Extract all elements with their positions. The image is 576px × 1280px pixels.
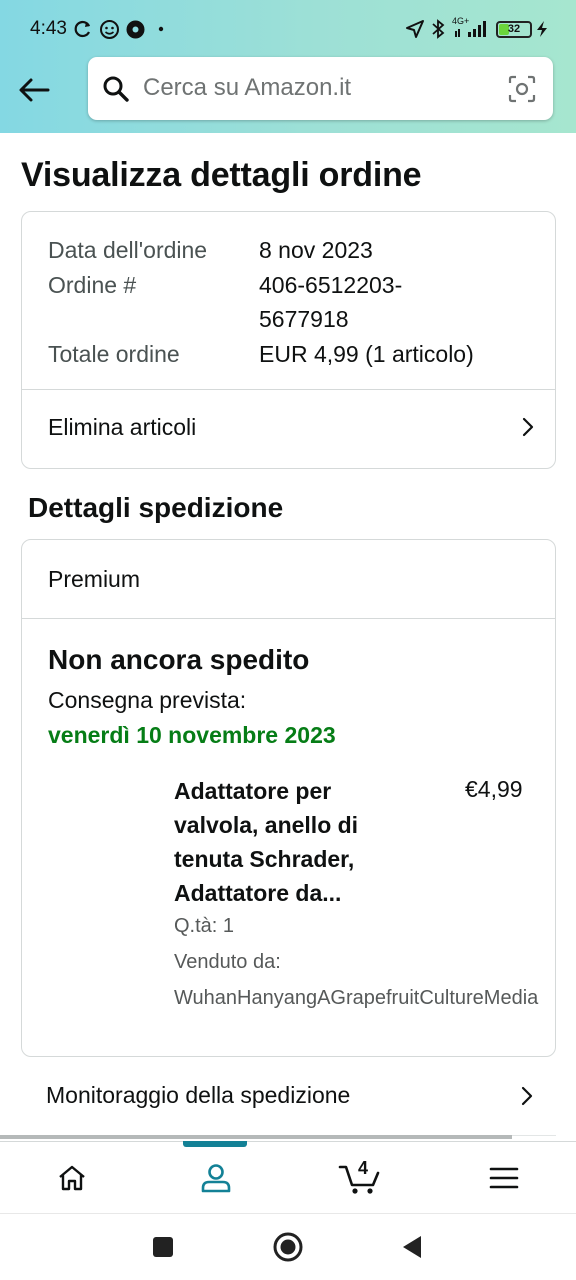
active-tab-indicator	[183, 1141, 247, 1147]
home-circle-icon	[273, 1232, 303, 1262]
shipment-card: Premium Non ancora spedito Consegna prev…	[21, 539, 556, 1057]
sync-icon	[72, 18, 94, 40]
product-title-line: tenuta Schrader,	[174, 846, 355, 872]
track-shipment-row[interactable]: Monitoraggio della spedizione	[21, 1058, 556, 1134]
chevron-right-icon	[521, 1086, 533, 1106]
search-input[interactable]	[143, 71, 493, 105]
status-time: 4:43	[30, 18, 67, 39]
home-button[interactable]	[271, 1230, 305, 1264]
track-shipment-label: Monitoraggio della spedizione	[46, 1082, 351, 1108]
page-title: Visualizza dettagli ordine	[21, 156, 422, 194]
music-disc-icon	[124, 18, 146, 40]
back-triangle-icon	[403, 1236, 421, 1258]
battery-indicator: 32	[496, 21, 532, 38]
charging-bolt-icon	[535, 18, 549, 40]
bluetooth-icon	[429, 18, 447, 40]
account-icon	[201, 1163, 231, 1192]
product-quantity: Q.tà: 1	[174, 915, 235, 937]
shipment-status: Non ancora spedito	[48, 644, 310, 675]
order-total-value: EUR 4,99 (1 articolo)	[259, 341, 474, 367]
system-navigation	[0, 1213, 576, 1280]
battery-level: 32	[507, 23, 521, 35]
recents-square-icon	[153, 1237, 173, 1257]
order-number-value-line1: 406-6512203-	[259, 272, 403, 298]
dot-icon	[156, 18, 166, 40]
home-icon	[59, 1165, 85, 1190]
order-summary-card: Data dell'ordine 8 nov 2023 Ordine # 406…	[21, 211, 556, 469]
nav-account[interactable]	[144, 1142, 288, 1213]
delivery-date: venerdì 10 novembre 2023	[48, 722, 336, 748]
recents-button[interactable]	[146, 1230, 180, 1264]
back-button[interactable]	[14, 70, 54, 110]
bottom-navigation	[0, 1141, 576, 1212]
order-number-label: Ordine #	[48, 272, 137, 298]
seller-name: WuhanHanyangAGrapefruitCultureMedia	[174, 987, 539, 1009]
order-date-label: Data dell'ordine	[48, 237, 208, 263]
search-icon	[103, 76, 129, 102]
face-icon	[98, 18, 120, 40]
menu-icon	[489, 1167, 519, 1188]
shipping-type: Premium	[48, 566, 141, 592]
back-system-button[interactable]	[395, 1230, 429, 1264]
product-title-line: Adattatore da...	[174, 880, 342, 906]
arrow-left-icon	[19, 78, 50, 102]
nav-home[interactable]	[0, 1142, 144, 1213]
delete-items-row[interactable]: Elimina articoli	[22, 390, 555, 468]
chevron-right-icon	[522, 417, 534, 437]
order-total-label: Totale ordine	[48, 341, 180, 367]
scrollbar[interactable]	[0, 1135, 512, 1139]
delivery-label: Consegna prevista:	[48, 687, 247, 713]
sold-by-label: Venduto da:	[174, 951, 281, 973]
product-title-link[interactable]: Adattatore per valvola, anello di tenuta…	[174, 774, 414, 910]
divider	[22, 618, 555, 619]
search-bar[interactable]	[88, 57, 553, 120]
location-arrow-icon	[404, 18, 426, 40]
delete-items-label: Elimina articoli	[48, 414, 197, 440]
cart-count: 4	[358, 1158, 369, 1178]
product-title-line: valvola, anello di	[174, 812, 359, 838]
product-price: €4,99	[465, 776, 523, 802]
shipping-section-title: Dettagli spedizione	[28, 492, 284, 523]
product-title-line: Adattatore per	[174, 778, 332, 804]
camera-scan-icon[interactable]	[507, 74, 537, 104]
order-number-value-line2: 5677918	[259, 306, 349, 332]
order-date-value: 8 nov 2023	[259, 237, 373, 263]
signal-icon	[454, 18, 490, 40]
status-bar: 4:43 4G+ 32	[0, 0, 576, 58]
nav-menu[interactable]	[432, 1142, 576, 1213]
